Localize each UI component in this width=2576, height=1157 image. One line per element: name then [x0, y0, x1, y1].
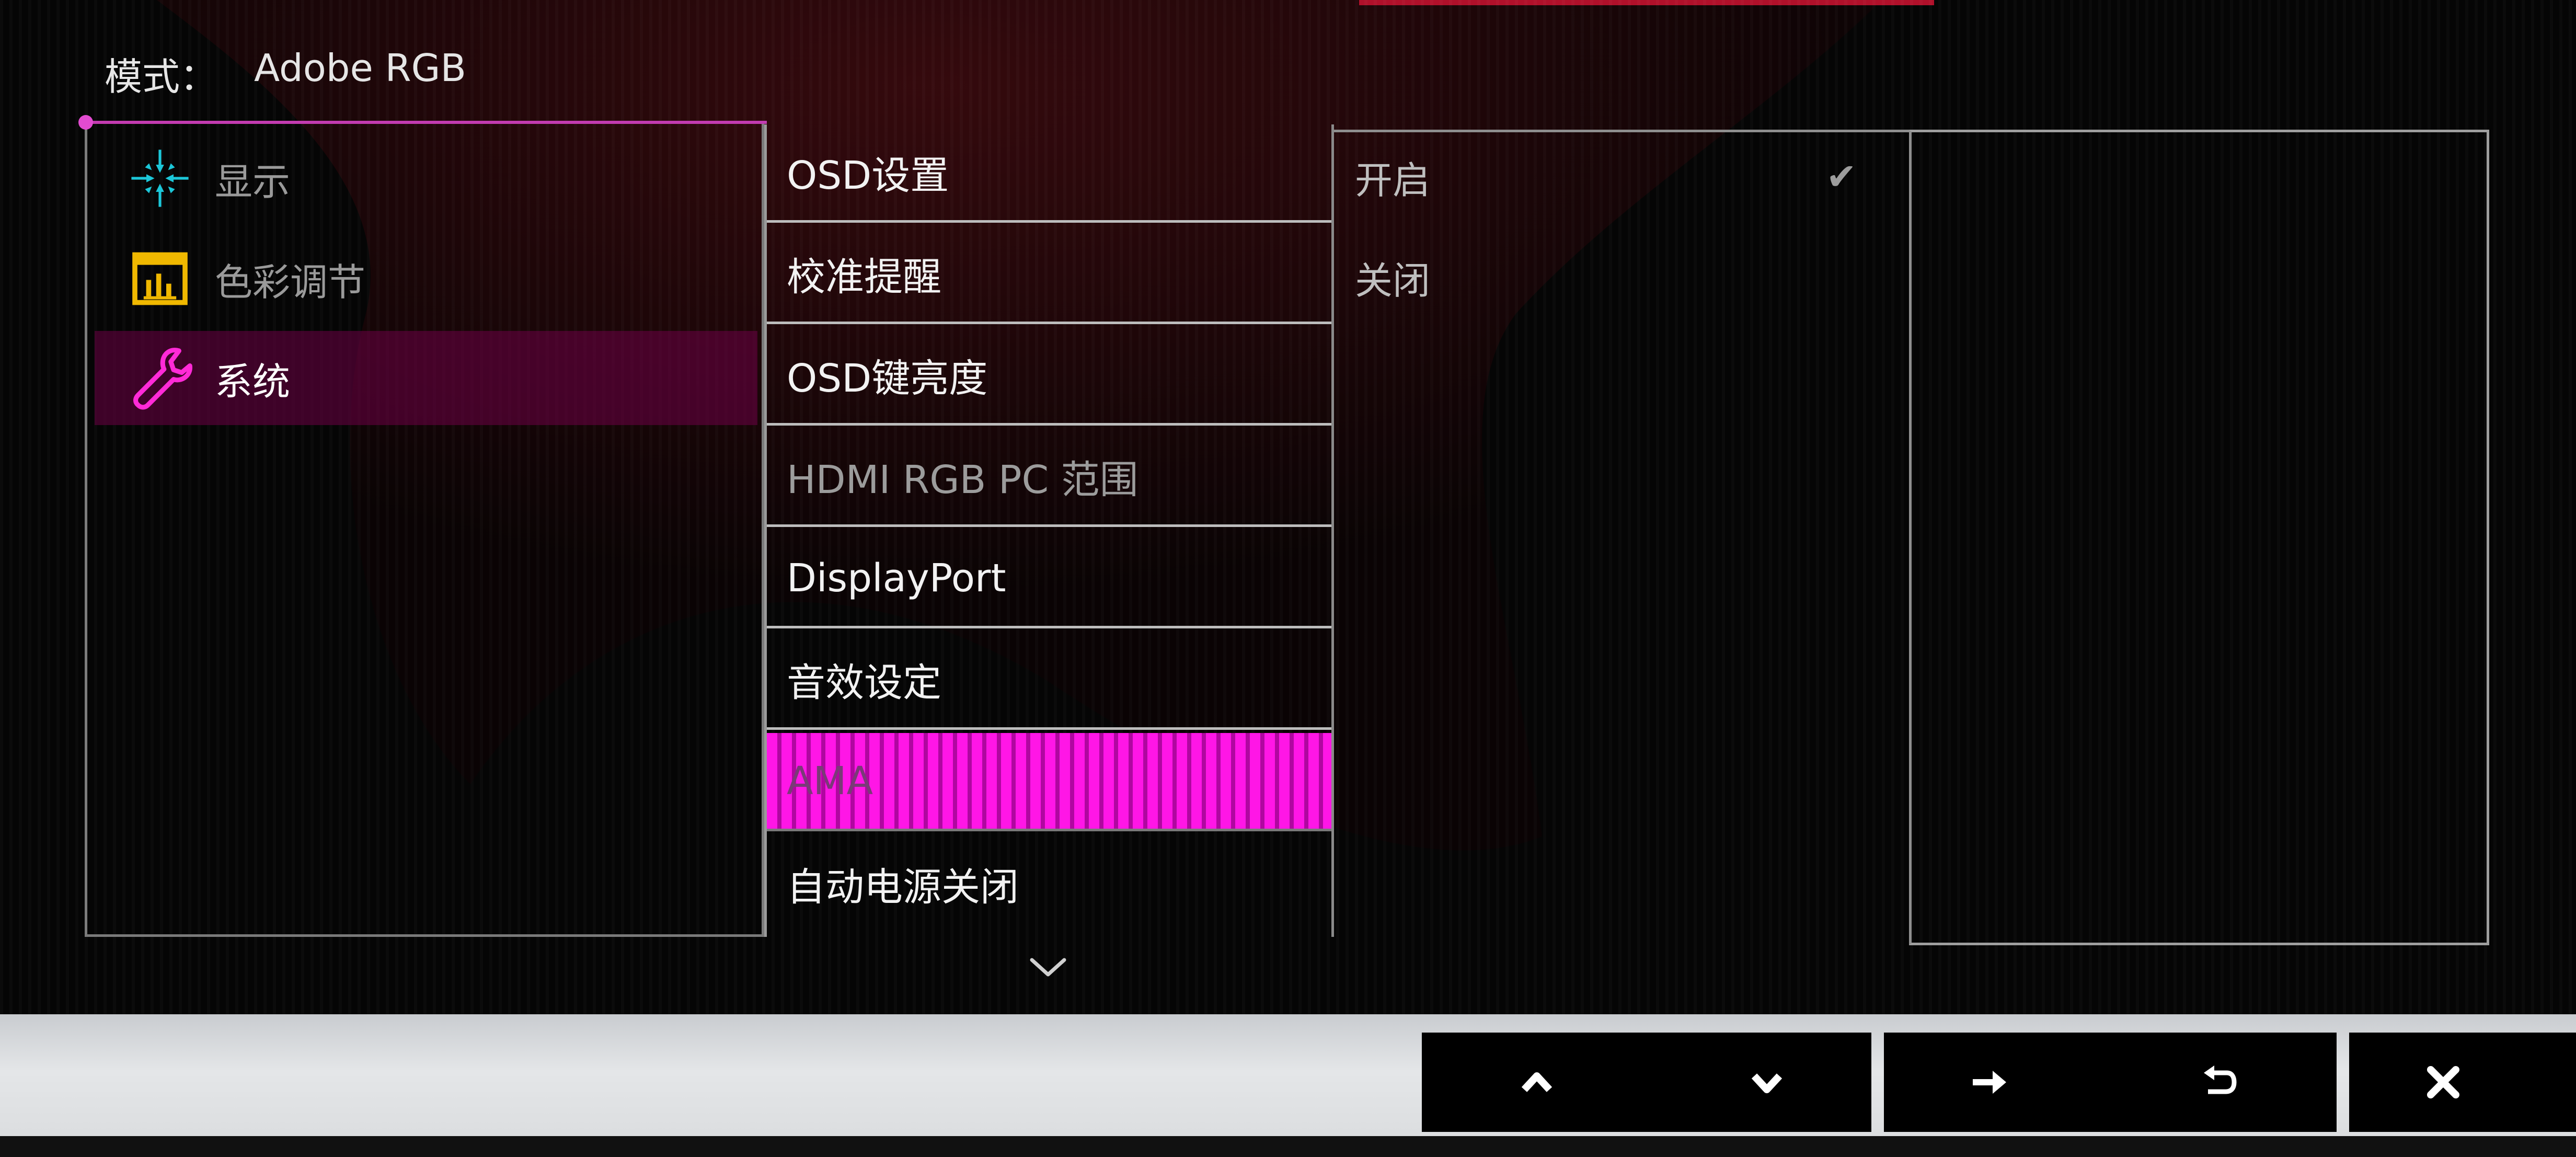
close-icon [2427, 1066, 2459, 1098]
detail-panel [1909, 130, 2489, 945]
enter-key[interactable] [1947, 1033, 2030, 1132]
category-system[interactable]: 系统 [95, 331, 757, 425]
option-label: 关闭 [1355, 258, 1431, 303]
right-arrow-icon [1973, 1071, 2006, 1094]
mode-indicator: 模式： Adobe RGB [105, 46, 466, 101]
back-key[interactable] [2177, 1033, 2260, 1132]
accent-dot [78, 115, 93, 130]
menu-item-calibration-reminder[interactable]: 校准提醒 [767, 226, 1331, 324]
menu-item-auto-power-off[interactable]: 自动电源关闭 [767, 834, 1331, 933]
menu-item-ama[interactable]: AMA [767, 733, 1331, 831]
up-arrow-icon [1521, 1072, 1552, 1092]
down-arrow-icon [1751, 1073, 1782, 1093]
mode-label: 模式： [105, 55, 218, 99]
option-label: 开启 [1355, 158, 1431, 202]
system-menu-list: OSD设置 校准提醒 OSD键亮度 HDMI RGB PC 范围 Display… [764, 124, 1334, 937]
osd-main-panel: 显示 色彩调节 系统 [84, 121, 767, 937]
category-display[interactable]: 显示 [95, 131, 757, 225]
menu-item-label: HDMI RGB PC 范围 [787, 457, 1138, 502]
check-icon: ✔ [1826, 155, 1857, 198]
menu-item-osd-settings[interactable]: OSD设置 [767, 124, 1331, 223]
category-label: 色彩调节 [215, 260, 366, 304]
menu-item-hdmi-rgb-range: HDMI RGB PC 范围 [767, 429, 1331, 527]
action-key-group [1884, 1033, 2337, 1132]
menu-item-label: 自动电源关闭 [787, 864, 1019, 910]
menu-item-label: OSD键亮度 [787, 356, 988, 401]
down-key[interactable] [1725, 1033, 1809, 1132]
menu-item-osd-key-brightness[interactable]: OSD键亮度 [767, 327, 1331, 426]
wrench-icon [126, 344, 194, 412]
category-label: 系统 [215, 359, 291, 404]
menu-item-label: AMA [787, 758, 873, 804]
display-arrows-icon [126, 144, 194, 212]
exit-key[interactable] [2401, 1033, 2485, 1132]
menu-item-label: 音效设定 [787, 660, 941, 705]
option-on[interactable]: 开启 ✔ [1355, 130, 1878, 224]
menu-item-label: OSD设置 [787, 153, 949, 198]
option-list: 开启 ✔ 关闭 [1334, 130, 1909, 937]
menu-item-label: DisplayPort [787, 555, 1006, 601]
chevron-down-icon[interactable] [1025, 952, 1072, 983]
navigation-key-group [1422, 1033, 1871, 1132]
category-color-adjust[interactable]: 色彩调节 [95, 232, 757, 326]
menu-item-audio-settings[interactable]: 音效设定 [767, 632, 1331, 730]
up-key[interactable] [1495, 1033, 1579, 1132]
category-label: 显示 [215, 159, 291, 204]
menu-item-displayport[interactable]: DisplayPort [767, 530, 1331, 628]
color-adjust-icon [126, 245, 194, 313]
return-icon [2204, 1066, 2237, 1094]
menu-item-label: 校准提醒 [787, 255, 941, 300]
option-off[interactable]: 关闭 [1355, 230, 1878, 324]
exit-key-group [2349, 1033, 2576, 1132]
mode-value: Adobe RGB [254, 46, 466, 90]
